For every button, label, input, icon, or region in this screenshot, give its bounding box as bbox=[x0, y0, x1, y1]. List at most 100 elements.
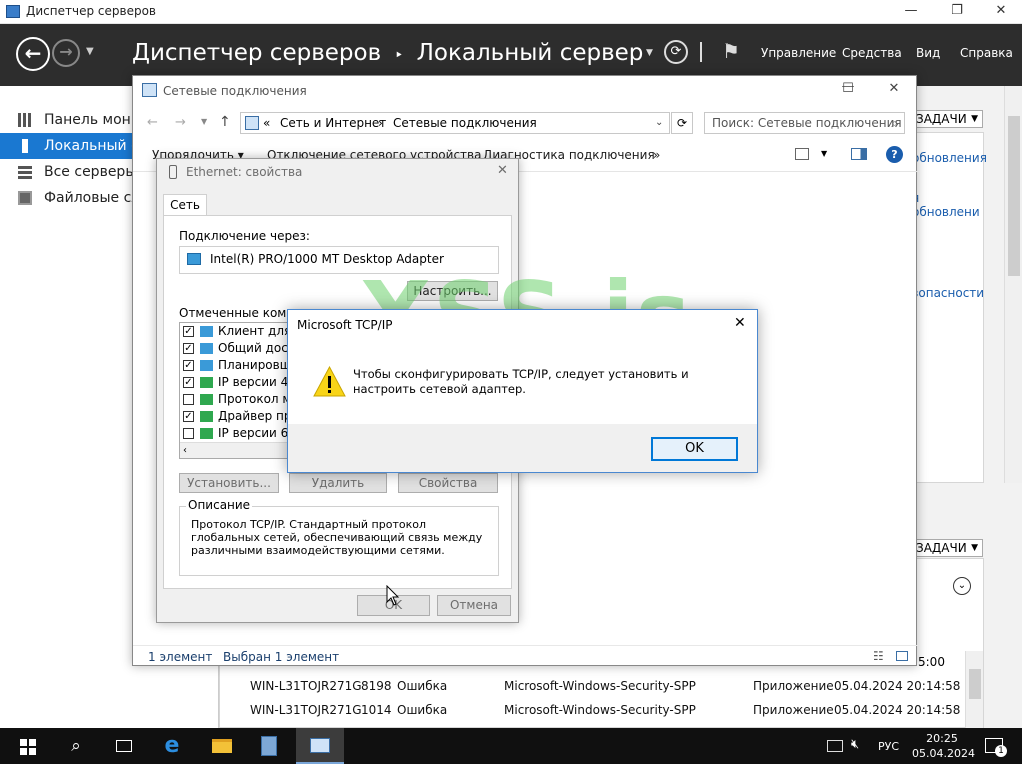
install-button[interactable]: Установить... bbox=[179, 473, 279, 493]
component-checkbox[interactable]: ✓ bbox=[183, 343, 194, 354]
event-log: Приложение bbox=[753, 703, 834, 717]
restore-button[interactable]: ❐ bbox=[934, 0, 980, 24]
search-input[interactable]: Поиск: Сетевые подключения ⌕ bbox=[704, 112, 905, 134]
preview-pane-icon[interactable] bbox=[851, 148, 867, 160]
large-icons-view-icon[interactable] bbox=[896, 651, 908, 661]
details-view-icon[interactable]: ☷ bbox=[873, 649, 884, 663]
component-label: Общий досту bbox=[218, 341, 297, 355]
start-button[interactable] bbox=[4, 728, 52, 764]
horizontal-scrollbar[interactable]: ‹ bbox=[180, 442, 296, 458]
menu-help[interactable]: Справка bbox=[960, 46, 1013, 60]
action-center-icon[interactable]: 1 bbox=[985, 738, 1007, 757]
list-item[interactable]: IP версии 6 ( bbox=[180, 425, 296, 442]
list-item[interactable]: ✓ Общий досту bbox=[180, 340, 296, 357]
breadcrumb-root[interactable]: Диспетчер серверов bbox=[132, 40, 381, 66]
address-segment-connections[interactable]: Сетевые подключения bbox=[393, 116, 537, 130]
history-dropdown-icon[interactable]: ▼ bbox=[86, 46, 94, 57]
recent-dropdown-icon[interactable]: ▼ bbox=[201, 117, 207, 126]
warning-icon bbox=[313, 366, 346, 397]
volume-muted-icon[interactable]: 🔇︎ bbox=[851, 737, 859, 752]
component-icon bbox=[200, 394, 213, 405]
clock[interactable]: 20:25 05.04.2024 bbox=[912, 731, 975, 761]
forward-arrow-icon[interactable]: → bbox=[175, 115, 186, 130]
tab-network[interactable]: Сеть bbox=[163, 194, 207, 216]
table-row[interactable]: WIN-L31TOJR271G 8198 Ошибка Microsoft-Wi… bbox=[244, 674, 964, 698]
component-checkbox[interactable] bbox=[183, 428, 194, 439]
notifications-flag-icon[interactable]: ⚑ bbox=[722, 39, 740, 63]
up-arrow-icon[interactable]: ↑ bbox=[219, 114, 231, 130]
refresh-icon[interactable]: ⟳ bbox=[664, 40, 688, 64]
minimize-button[interactable]: — bbox=[888, 0, 934, 24]
address-dropdown-icon[interactable]: ⌄ bbox=[655, 117, 663, 128]
network-tray-icon[interactable] bbox=[827, 740, 843, 752]
list-item[interactable]: ✓ Клиент для с bbox=[180, 323, 296, 340]
header-dropdown-icon[interactable]: ▼ bbox=[646, 48, 653, 58]
task-view-icon[interactable] bbox=[100, 728, 148, 764]
tasks-dropdown-top[interactable]: ЗАДАЧИ ▼ bbox=[909, 110, 983, 128]
properties-button[interactable]: Свойства bbox=[398, 473, 498, 493]
component-icon bbox=[200, 360, 213, 371]
component-checkbox[interactable]: ✓ bbox=[183, 360, 194, 371]
component-checkbox[interactable]: ✓ bbox=[183, 377, 194, 388]
components-list[interactable]: ✓ Клиент для с ✓ Общий досту ✓ Планировщ ✓ IP в… bbox=[179, 322, 297, 459]
events-scrollbar-thumb[interactable] bbox=[969, 669, 981, 699]
scrollbar-thumb[interactable] bbox=[1008, 116, 1020, 276]
address-bar[interactable]: « Сеть и Интернет › Сетевые подключения … bbox=[240, 112, 670, 134]
menu-manage[interactable]: Управление bbox=[761, 46, 836, 60]
search-icon[interactable]: ⌕ bbox=[52, 728, 100, 764]
window-title: Ethernet: свойства bbox=[186, 165, 303, 179]
list-item[interactable]: ✓ Драйвер про bbox=[180, 408, 296, 425]
updates-link-2[interactable]: я обновлени bbox=[912, 191, 983, 219]
notification-badge: 1 bbox=[995, 745, 1007, 757]
menu-view[interactable]: Вид bbox=[916, 46, 940, 60]
expand-chevron-icon[interactable]: ⌄ bbox=[953, 577, 971, 595]
file-explorer-icon[interactable] bbox=[198, 728, 246, 764]
security-link[interactable]: зопасности I bbox=[912, 286, 984, 314]
server-manager-taskbar-icon[interactable] bbox=[246, 728, 294, 764]
address-segment-network[interactable]: Сеть и Интернет bbox=[280, 116, 386, 130]
tasks-dropdown-events[interactable]: ЗАДАЧИ ▼ bbox=[909, 539, 983, 557]
tasks-label: ЗАДАЧИ bbox=[916, 541, 967, 555]
view-options-icon[interactable] bbox=[795, 148, 809, 160]
close-button[interactable]: ✕ bbox=[734, 315, 746, 331]
component-label: IP версии 4 ( bbox=[218, 375, 297, 389]
list-item[interactable]: ✓ Планировщ bbox=[180, 357, 296, 374]
component-label: Драйвер про bbox=[218, 409, 297, 423]
input-language[interactable]: РУС bbox=[878, 740, 899, 753]
component-checkbox[interactable]: ✓ bbox=[183, 411, 194, 422]
remove-button[interactable]: Удалить bbox=[289, 473, 387, 493]
events-scrollbar[interactable] bbox=[965, 651, 983, 728]
list-item[interactable]: Протокол му bbox=[180, 391, 296, 408]
vertical-scrollbar[interactable] bbox=[1004, 86, 1022, 483]
more-commands-button[interactable]: » bbox=[653, 148, 660, 162]
forward-arrow-icon[interactable]: → bbox=[52, 39, 80, 67]
menu-tools[interactable]: Средства bbox=[842, 46, 902, 60]
cancel-button[interactable]: Отмена bbox=[437, 595, 511, 616]
list-item[interactable]: ✓ IP версии 4 ( bbox=[180, 374, 296, 391]
close-button[interactable]: ✕ bbox=[978, 0, 1022, 24]
table-row[interactable]: WIN-L31TOJR271G 1014 Ошибка Microsoft-Wi… bbox=[244, 698, 964, 722]
help-icon[interactable]: ? bbox=[886, 146, 903, 163]
refresh-icon[interactable]: ⟳ bbox=[671, 112, 693, 134]
address-overflow[interactable]: « bbox=[263, 116, 270, 130]
description-text: Протокол TCP/IP. Стандартный протокол гл… bbox=[191, 518, 483, 557]
internet-explorer-icon[interactable]: e bbox=[148, 728, 196, 764]
status-item-count: 1 элемент bbox=[148, 650, 213, 664]
close-button[interactable]: ✕ bbox=[871, 78, 917, 102]
address-separator[interactable]: › bbox=[378, 116, 383, 130]
component-checkbox[interactable]: ✓ bbox=[183, 326, 194, 337]
view-dropdown-icon[interactable]: ▼ bbox=[821, 149, 827, 158]
network-folder-icon bbox=[142, 83, 157, 97]
maximize-button[interactable]: ☐ bbox=[825, 78, 871, 102]
back-arrow-icon[interactable]: ← bbox=[16, 37, 50, 71]
description-title: Описание bbox=[186, 498, 253, 512]
updates-link[interactable]: обновления bbox=[912, 151, 987, 165]
network-connections-taskbar-icon[interactable] bbox=[296, 728, 344, 764]
event-date: 05.04.2024 20:14:58 bbox=[834, 703, 961, 717]
close-button[interactable]: ✕ bbox=[497, 163, 508, 178]
back-arrow-icon[interactable]: ← bbox=[147, 115, 158, 130]
event-id: 1014 bbox=[361, 703, 392, 717]
component-checkbox[interactable] bbox=[183, 394, 194, 405]
event-server: WIN-L31TOJR271G bbox=[250, 703, 362, 717]
dialog-ok-button[interactable]: OK bbox=[651, 437, 738, 461]
